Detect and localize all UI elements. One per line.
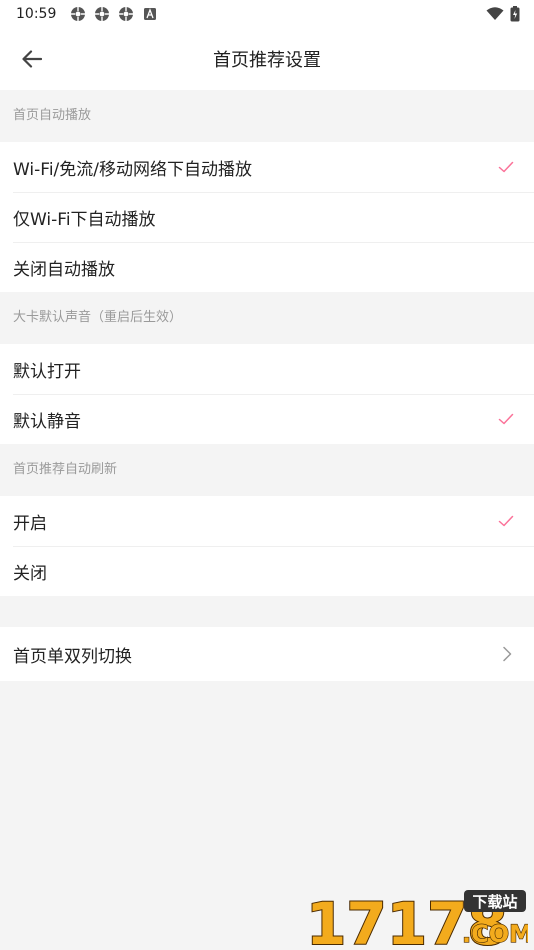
section-auto-refresh: 首页推荐自动刷新 开启 关闭 [0,444,534,596]
arrow-left-icon [22,50,42,68]
battery-icon [510,6,520,22]
option-label: 关闭自动播放 [13,259,115,280]
page-title: 首页推荐设置 [213,50,321,71]
checkmark-icon [498,515,514,527]
option-label: 开启 [13,513,47,534]
option-refresh-off[interactable]: 关闭 [0,546,534,596]
section-label: 大卡默认声音（重启后生效） [0,292,534,344]
option-label: 仅Wi-Fi下自动播放 [13,209,156,230]
app-icon [119,7,134,21]
watermark-tag: 下载站 [472,893,517,911]
status-bar: 10:59 [0,0,534,28]
option-refresh-on[interactable]: 开启 [0,496,534,546]
header-bar: 首页推荐设置 [0,28,534,90]
app-icon [71,7,86,21]
section-gap [0,596,534,627]
option-sound-muted[interactable]: 默认静音 [0,394,534,444]
chevron-right-icon [503,646,512,662]
checkmark-icon [498,413,514,425]
status-right [486,6,520,22]
status-time: 10:59 [16,6,57,22]
checkmark-icon [498,161,514,173]
option-sound-on[interactable]: 默认打开 [0,344,534,394]
option-label: 默认打开 [13,361,81,382]
watermark-domain: .COM [462,920,528,948]
option-autoplay-all-networks[interactable]: Wi-Fi/免流/移动网络下自动播放 [0,142,534,192]
nav-row-label: 首页单双列切换 [13,646,132,667]
nav-row-column-switch[interactable]: 首页单双列切换 [0,627,534,681]
a-icon [144,8,157,20]
app-icon [95,7,110,21]
section-default-sound: 大卡默认声音（重启后生效） 默认打开 默认静音 [0,292,534,444]
option-label: Wi-Fi/免流/移动网络下自动播放 [13,159,253,180]
section-label: 首页自动播放 [0,90,534,142]
section-label: 首页推荐自动刷新 [0,444,534,496]
section-autoplay: 首页自动播放 Wi-Fi/免流/移动网络下自动播放 仅Wi-Fi下自动播放 关闭… [0,90,534,292]
option-label: 关闭 [13,563,47,584]
status-left: 10:59 [16,6,158,22]
wifi-icon [486,7,504,20]
option-autoplay-wifi-only[interactable]: 仅Wi-Fi下自动播放 [0,192,534,242]
option-label: 默认静音 [13,411,81,432]
back-button[interactable] [18,45,46,73]
option-autoplay-off[interactable]: 关闭自动播放 [0,242,534,292]
watermark-logo: 17178 下载站 .COM [306,889,528,948]
